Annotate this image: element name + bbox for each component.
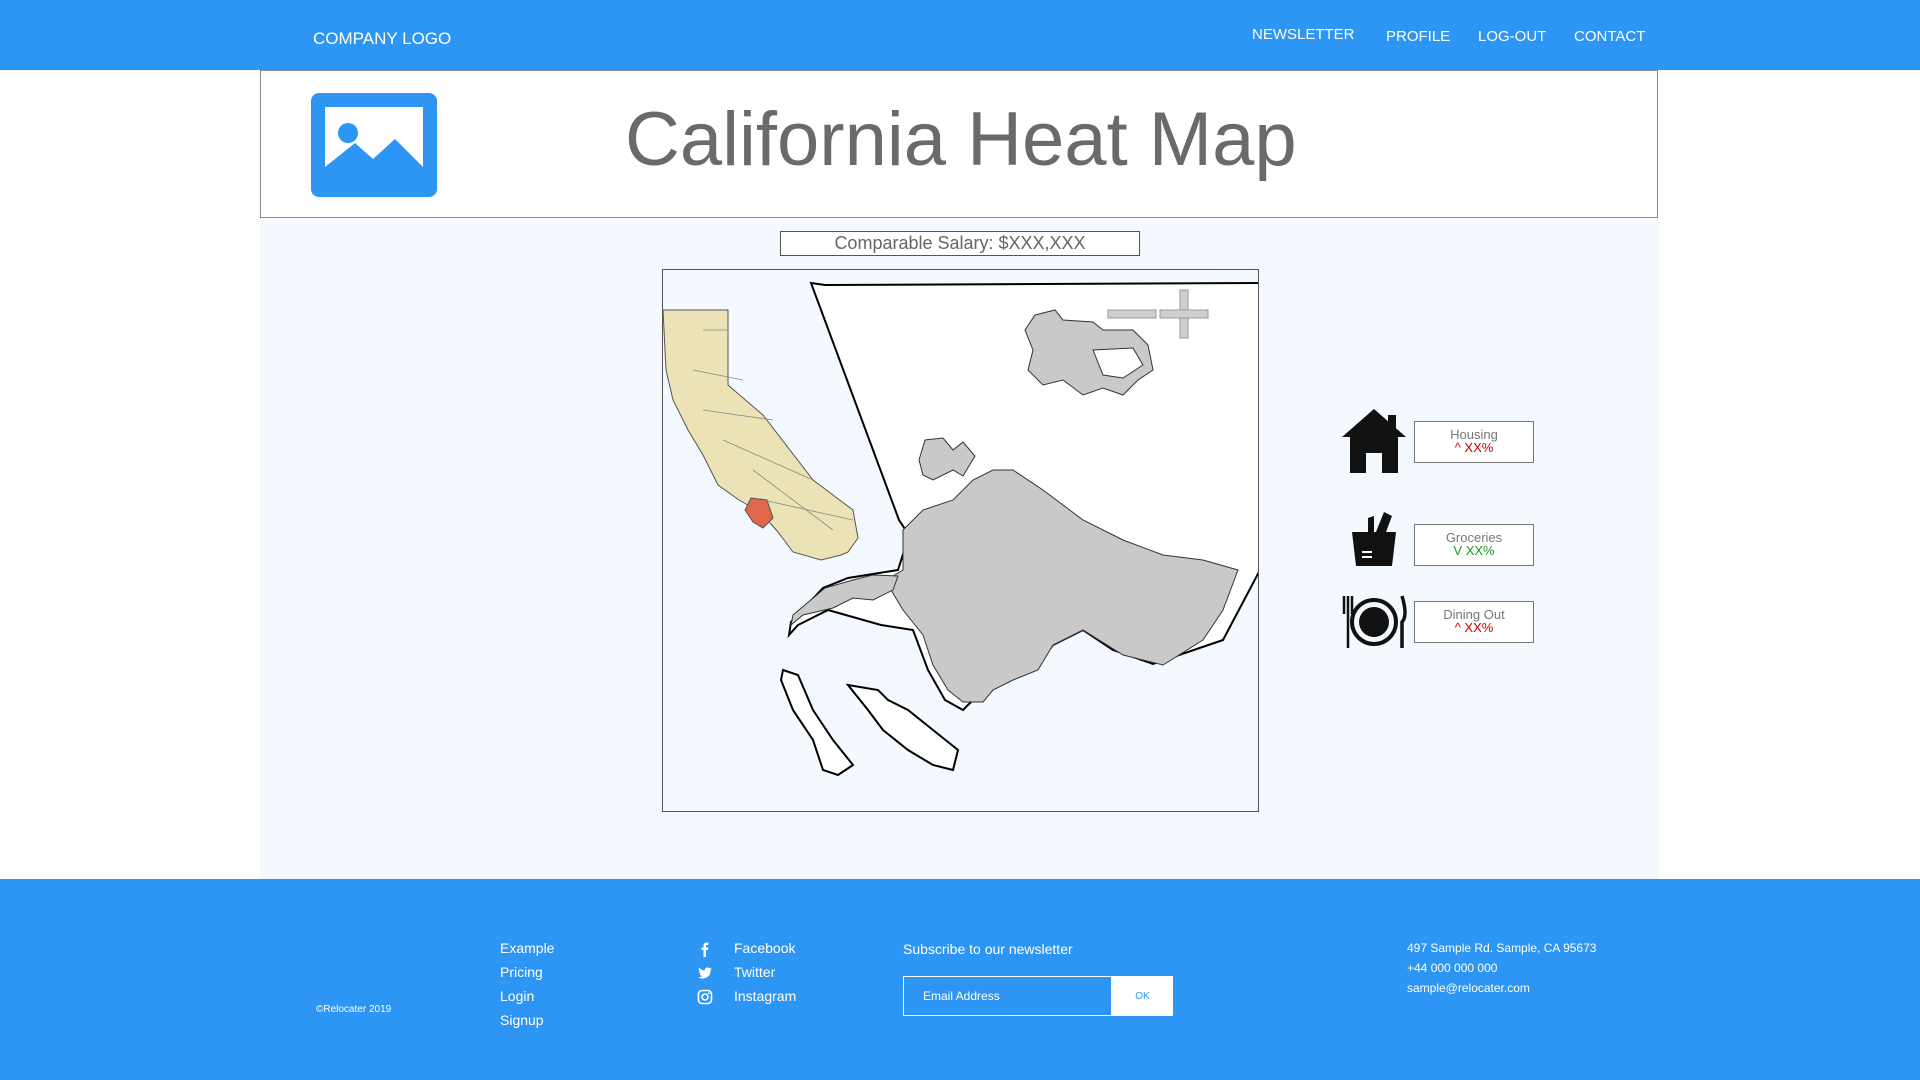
company-logo[interactable]: COMPANY LOGO — [313, 29, 451, 49]
page-header: California Heat Map — [260, 70, 1658, 218]
footer: ©Relocater 2019 Example Pricing Login Si… — [0, 879, 1920, 1080]
facebook-icon[interactable] — [697, 941, 713, 957]
map-graphic[interactable] — [663, 270, 1259, 812]
newsletter-label: Subscribe to our newsletter — [903, 941, 1073, 957]
stat-value: ^ XX% — [1454, 620, 1494, 635]
social-link-instagram[interactable]: Instagram — [734, 988, 796, 1004]
zoom-out-icon[interactable] — [1107, 309, 1157, 319]
footer-link-signup[interactable]: Signup — [500, 1012, 544, 1028]
stat-dining-out: Dining Out ^ XX% — [1414, 601, 1534, 643]
catalina-island — [779, 668, 855, 777]
california-inset — [663, 309, 859, 561]
contact-phone: +44 000 000 000 — [1407, 961, 1498, 975]
stat-groceries: Groceries V XX% — [1414, 524, 1534, 566]
contact-address: 497 Sample Rd. Sample, CA 95673 — [1407, 941, 1597, 955]
stat-value: V XX% — [1453, 543, 1495, 558]
house-icon — [1338, 405, 1410, 477]
copyright: ©Relocater 2019 — [316, 1004, 392, 1015]
image-placeholder-icon — [311, 93, 437, 197]
social-link-twitter[interactable]: Twitter — [734, 964, 775, 980]
twitter-icon[interactable] — [697, 965, 713, 981]
heat-map[interactable] — [662, 269, 1259, 812]
comparable-salary: Comparable Salary: $XXX,XXX — [780, 231, 1140, 256]
footer-link-login[interactable]: Login — [500, 988, 534, 1004]
page-title: California Heat Map — [625, 97, 1297, 182]
nav-newsletter[interactable]: NEWSLETTER — [1252, 26, 1355, 43]
social-link-facebook[interactable]: Facebook — [734, 940, 795, 956]
nav-profile[interactable]: PROFILE — [1386, 28, 1450, 45]
nav-contact[interactable]: CONTACT — [1574, 28, 1645, 45]
plate-cutlery-icon — [1338, 586, 1410, 658]
contact-email[interactable]: sample@relocater.com — [1407, 981, 1530, 995]
footer-link-pricing[interactable]: Pricing — [500, 964, 543, 980]
nav-log-out[interactable]: LOG-OUT — [1478, 28, 1546, 45]
footer-link-example[interactable]: Example — [500, 940, 554, 956]
email-field[interactable] — [903, 976, 1112, 1016]
stat-housing: Housing ^ XX% — [1414, 421, 1534, 463]
instagram-icon[interactable] — [697, 989, 713, 1005]
grocery-bag-icon — [1338, 506, 1410, 578]
san-clemente-island — [845, 683, 960, 772]
subscribe-ok-button[interactable]: OK — [1112, 976, 1173, 1016]
stat-value: ^ XX% — [1454, 440, 1494, 455]
top-nav-bar: COMPANY LOGO NEWSLETTER PROFILE LOG-OUT … — [0, 0, 1920, 70]
